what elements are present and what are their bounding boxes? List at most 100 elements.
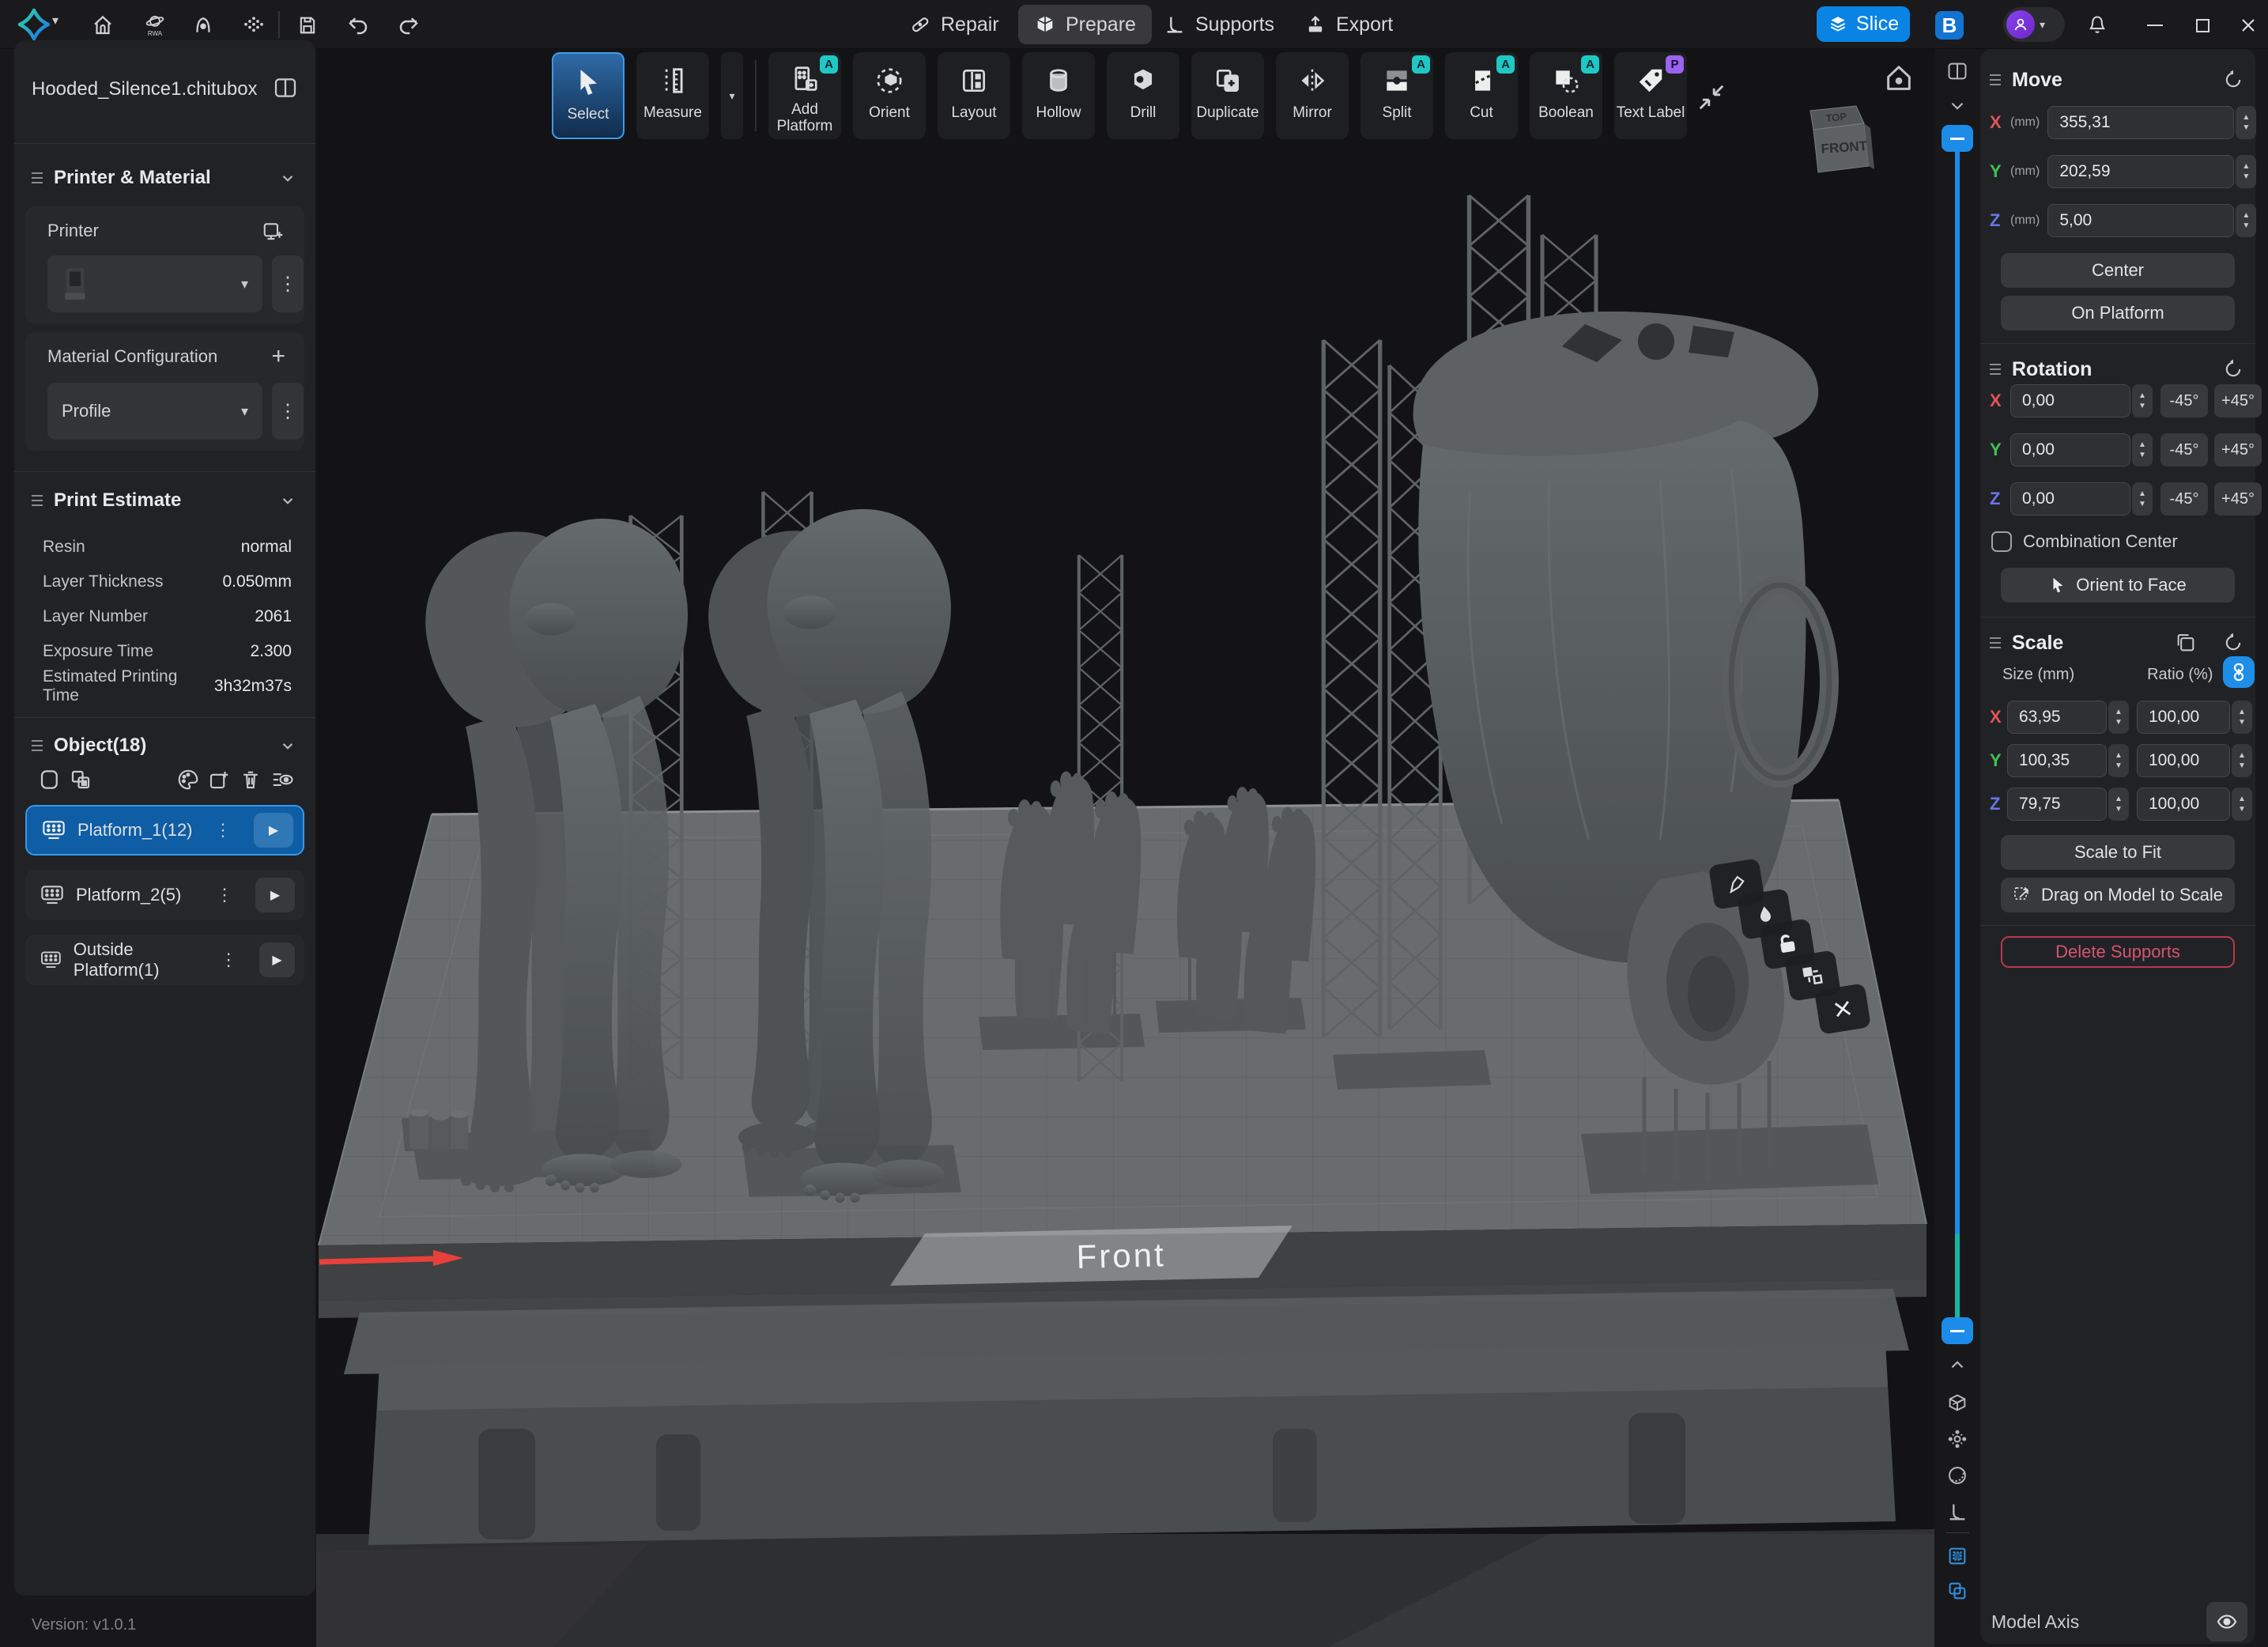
app-logo-icon[interactable] (16, 6, 52, 43)
drill-tool-button[interactable]: Drill (1107, 52, 1179, 139)
scale-z-size-stepper[interactable]: ▲▼ (2108, 788, 2129, 821)
rotation-z-stepper[interactable]: ▲▼ (2132, 482, 2153, 516)
printer-select[interactable]: ▾ (47, 255, 262, 312)
rotation-y-input[interactable]: 0,00 (2010, 433, 2130, 467)
scale-y-size-stepper[interactable]: ▲▼ (2108, 744, 2129, 777)
scale-x-ratio-stepper[interactable]: ▲▼ (2232, 701, 2252, 734)
slice-button[interactable]: Slice (1817, 6, 1910, 42)
on-platform-button[interactable]: On Platform (2001, 296, 2235, 331)
reset-icon[interactable] (2222, 632, 2244, 654)
add-platform-small-icon[interactable] (207, 768, 231, 791)
chevron-up-icon[interactable] (1945, 1352, 1970, 1377)
rotate-z-minus45-button[interactable]: -45° (2160, 482, 2208, 516)
hooded-model-icon[interactable] (188, 10, 218, 40)
scale-z-ratio-stepper[interactable]: ▲▼ (2232, 788, 2252, 821)
clip-cube-icon[interactable] (1945, 1390, 1970, 1415)
scale-x-size-stepper[interactable]: ▲▼ (2108, 701, 2129, 734)
home-icon[interactable] (88, 10, 118, 40)
add-printer-icon[interactable] (262, 219, 285, 243)
clip-slider-track-lower[interactable] (1955, 1233, 1960, 1330)
scale-y-ratio-stepper[interactable]: ▲▼ (2232, 744, 2252, 777)
scale-x-size-input[interactable]: 63,95 (2007, 701, 2107, 734)
tab-supports[interactable]: Supports (1148, 5, 1290, 44)
model-axis-visibility-button[interactable] (2206, 1602, 2247, 1641)
close-context-button[interactable] (1814, 983, 1871, 1034)
scale-z-size-input[interactable]: 79,75 (2007, 788, 2107, 821)
scale-to-fit-button[interactable]: Scale to Fit (2001, 835, 2235, 870)
move-y-input[interactable]: 202,59 (2047, 155, 2234, 188)
rotation-x-stepper[interactable]: ▲▼ (2132, 384, 2153, 417)
redo-icon[interactable] (394, 10, 424, 40)
hollow-tool-button[interactable]: Hollow (1022, 52, 1095, 139)
move-x-input[interactable]: 355,31 (2047, 106, 2234, 139)
rotate-z-plus45-button[interactable]: +45° (2214, 482, 2262, 516)
clip-slider-track-upper[interactable] (1955, 138, 1960, 1284)
object-section-header[interactable]: Object(18) (14, 727, 315, 765)
rotate-y-plus45-button[interactable]: +45° (2214, 433, 2262, 467)
combination-center-checkbox[interactable] (1991, 531, 2012, 552)
move-z-stepper[interactable]: ▲▼ (2236, 204, 2256, 237)
delete-object-icon[interactable] (239, 768, 262, 791)
toggle-right-panel-icon[interactable] (1945, 59, 1970, 84)
item-kebab-icon[interactable]: ⋮ (214, 820, 232, 840)
select-tool-button[interactable]: Select (552, 52, 625, 139)
collapse-toolbar-icon[interactable] (1696, 82, 1726, 112)
copy-scale-icon[interactable] (2175, 632, 2197, 654)
notifications-bell-icon[interactable] (2082, 10, 2112, 40)
supports-view-icon[interactable] (1945, 1499, 1970, 1524)
visibility-filter-icon[interactable] (270, 768, 295, 791)
chevron-down-icon[interactable] (277, 490, 298, 511)
tab-prepare[interactable]: Prepare (1018, 5, 1152, 44)
account-menu[interactable]: ▾ (2003, 7, 2065, 42)
viewport-3d[interactable]: Front (316, 49, 1934, 1647)
layout-tool-button[interactable]: Layout (938, 52, 1010, 139)
cut-tool-button[interactable]: A Cut (1445, 52, 1518, 139)
printer-options-button[interactable]: ⋮ (272, 255, 304, 312)
scale-x-ratio-input[interactable]: 100,00 (2137, 701, 2230, 734)
brand-b-logo[interactable]: B (1935, 11, 1964, 40)
collapse-panel-icon[interactable] (273, 75, 298, 100)
dots-pattern-icon[interactable] (239, 10, 269, 40)
profile-select[interactable]: Profile ▾ (47, 383, 262, 440)
measure-dropdown-button[interactable]: ▾ (721, 52, 743, 139)
copy-objects-icon[interactable] (69, 768, 92, 791)
boolean-tool-button[interactable]: A Boolean (1530, 52, 1602, 139)
reset-icon[interactable] (2222, 69, 2244, 91)
scale-y-ratio-input[interactable]: 100,00 (2137, 744, 2230, 777)
text-label-tool-button[interactable]: P Text Label (1614, 52, 1687, 139)
link-ratio-toggle[interactable] (2223, 656, 2255, 688)
rotation-y-stepper[interactable]: ▲▼ (2132, 433, 2153, 467)
view-cube[interactable]: TOP FRONT (1807, 100, 1883, 179)
shading-sphere-icon[interactable] (1945, 1463, 1970, 1488)
duplicate-view-icon[interactable] (1945, 1578, 1970, 1604)
item-expand-button[interactable]: ▶ (259, 942, 295, 977)
palette-icon[interactable] (176, 768, 200, 791)
rotate-y-minus45-button[interactable]: -45° (2160, 433, 2208, 467)
reset-icon[interactable] (2222, 358, 2244, 380)
save-icon[interactable] (292, 10, 323, 40)
close-button[interactable] (2237, 14, 2259, 36)
home-view-icon[interactable] (1883, 62, 1915, 94)
model-stub-cylinders[interactable] (409, 1109, 468, 1150)
item-expand-button[interactable]: ▶ (255, 878, 295, 912)
delete-supports-button[interactable]: Delete Supports (2001, 936, 2235, 968)
scale-y-size-input[interactable]: 100,35 (2007, 744, 2107, 777)
printer-material-header[interactable]: Printer & Material (14, 159, 315, 197)
tab-export[interactable]: Export (1289, 5, 1409, 44)
tab-repair[interactable]: Repair (893, 5, 1015, 44)
mirror-tool-button[interactable]: Mirror (1276, 52, 1349, 139)
item-k ebab-icon[interactable]: ⋮ (220, 950, 237, 970)
chevron-down-icon[interactable] (277, 168, 298, 188)
undo-icon[interactable] (343, 10, 373, 40)
move-y-stepper[interactable]: ▲▼ (2236, 155, 2256, 188)
orient-to-face-button[interactable]: Orient to Face (2001, 568, 2235, 603)
clip-slider-handle-bottom[interactable] (1942, 1317, 1973, 1344)
rotate-x-minus45-button[interactable]: -45° (2160, 384, 2208, 417)
select-all-icon[interactable] (38, 768, 62, 791)
add-material-icon[interactable]: + (271, 343, 285, 370)
chevron-down-icon[interactable] (277, 735, 298, 756)
frame-selection-icon[interactable] (1945, 1543, 1970, 1569)
item-expand-button[interactable]: ▶ (254, 813, 293, 848)
scale-z-ratio-input[interactable]: 100,00 (2137, 788, 2230, 821)
drag-on-model-button[interactable]: Drag on Model to Scale (2001, 878, 2235, 912)
